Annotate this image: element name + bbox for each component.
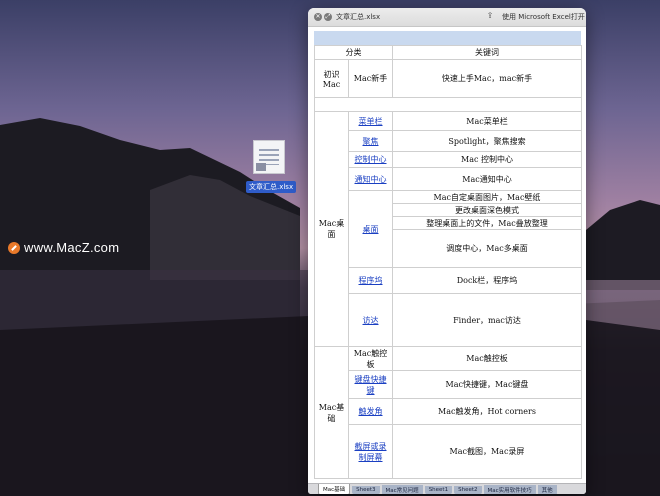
table-row: 通知中心 Mac通知中心 [315,167,582,191]
sub-link[interactable]: 程序坞 [348,267,393,294]
sub-link[interactable]: 键盘快捷键 [348,370,393,399]
keyword-cell: Mac截图，Mac录屏 [392,424,582,479]
keyword-cell: Mac通知中心 [392,167,582,191]
sub-link[interactable]: 桌面 [348,190,393,268]
group-cell: 初识Mac [314,59,349,98]
keyword-cell: Mac 控制中心 [392,151,582,168]
spreadsheet-thumbnail-icon [253,140,285,174]
tab-other[interactable]: 其他 [537,484,557,494]
sub-link[interactable]: 菜单栏 [348,111,393,131]
tab-mac-basics[interactable]: Mac基础 [318,484,351,494]
table-row: 初识Mac Mac新手 快速上手Mac，mac新手 [314,59,582,98]
desktop-file-label: 文章汇总.xlsx [246,181,297,193]
title-bar: ✕ ⤢ 文章汇总.xlsx ⇪ 使用 Microsoft Excel打开 [308,8,586,27]
tab-mac-faq[interactable]: Mac常见问题 [381,484,423,494]
keyword-cell: 快速上手Mac，mac新手 [392,59,582,98]
table-row: 访达 Finder，mac访达 [315,293,582,347]
spreadsheet-preview: 分类 关键词 初识Mac Mac新手 快速上手Mac，mac新手 Mac桌面 菜… [308,27,586,479]
sheet-header-band [314,31,581,45]
table-row: Mac基础 Mac触控板 Mac触控板 [314,346,582,479]
keyword-cell: Mac触发角，Hot corners [392,398,582,425]
tab-mac-apps[interactable]: Mac实用软件技巧 [483,484,536,494]
table-row: Mac桌面 菜单栏 Mac菜单栏 [314,111,582,347]
table-row: 键盘快捷键 Mac快捷键，Mac键盘 [315,370,582,399]
header-keyword: 关键词 [392,45,582,60]
group-cell: Mac桌面 [314,111,349,347]
watermark-text: www.MacZ.com [24,240,120,255]
open-in-excel-button[interactable]: 使用 Microsoft Excel打开 [502,12,585,22]
desktop-file-icon[interactable]: 文章汇总.xlsx [246,140,297,193]
close-icon[interactable]: ✕ [314,13,322,21]
sub-link[interactable]: 聚焦 [348,130,393,152]
sheet-tab-bar: Mac基础 Sheet3 Mac常见问题 Sheet1 Sheet2 Mac实用… [308,483,586,494]
macz-logo-icon [8,241,20,254]
spacer-row [314,97,582,112]
sub-link[interactable]: 访达 [348,293,393,347]
keyword-cell: Finder，mac访达 [392,293,582,347]
share-icon[interactable]: ⇪ [485,11,495,21]
header-category: 分类 [314,45,393,60]
keyword-cell: Mac触控板 [392,346,582,371]
table-header-row: 分类 关键词 [314,45,582,60]
sub-cell: Mac新手 [348,59,393,98]
sub-cell: Mac触控板 [348,346,393,371]
group-cell: Mac基础 [314,346,349,479]
keyword-table: 分类 关键词 初识Mac Mac新手 快速上手Mac，mac新手 Mac桌面 菜… [314,45,582,479]
watermark: www.MacZ.com [8,240,119,255]
table-row: 程序坞 Dock栏，程序坞 [315,267,582,294]
keyword-cell: 整理桌面上的文件，Mac叠放整理 [392,216,582,230]
fullscreen-icon[interactable]: ⤢ [324,13,332,21]
quicklook-window: ✕ ⤢ 文章汇总.xlsx ⇪ 使用 Microsoft Excel打开 分类 … [308,8,586,494]
keyword-cell: 更改桌面深色模式 [392,203,582,217]
keyword-cell: Spotlight，聚焦搜索 [392,130,582,152]
sub-link[interactable]: 控制中心 [348,151,393,168]
window-title: 文章汇总.xlsx [336,13,381,21]
keyword-cell: 调度中心，Mac多桌面 [392,229,582,268]
sub-link[interactable]: 触发角 [348,398,393,425]
sub-link[interactable]: 通知中心 [348,167,393,191]
table-row: 触发角 Mac触发角，Hot corners [315,398,582,425]
keyword-cell: Mac菜单栏 [392,111,582,131]
keyword-cell: Mac快捷键，Mac键盘 [392,370,582,399]
table-row: 控制中心 Mac 控制中心 [315,151,582,168]
tab-sheet2[interactable]: Sheet2 [454,485,482,494]
table-row: 桌面 Mac自定桌面图片，Mac壁纸 [315,190,582,268]
tab-sheet1[interactable]: Sheet1 [424,485,453,494]
tab-sheet3[interactable]: Sheet3 [352,485,380,494]
keyword-cell: Mac自定桌面图片，Mac壁纸 [392,190,582,204]
sub-link[interactable]: 截屏或录制屏幕 [348,424,393,479]
table-row: 截屏或录制屏幕 Mac截图，Mac录屏 [315,424,582,479]
keyword-cell: Dock栏，程序坞 [392,267,582,294]
table-row: 聚焦 Spotlight，聚焦搜索 [315,130,582,152]
